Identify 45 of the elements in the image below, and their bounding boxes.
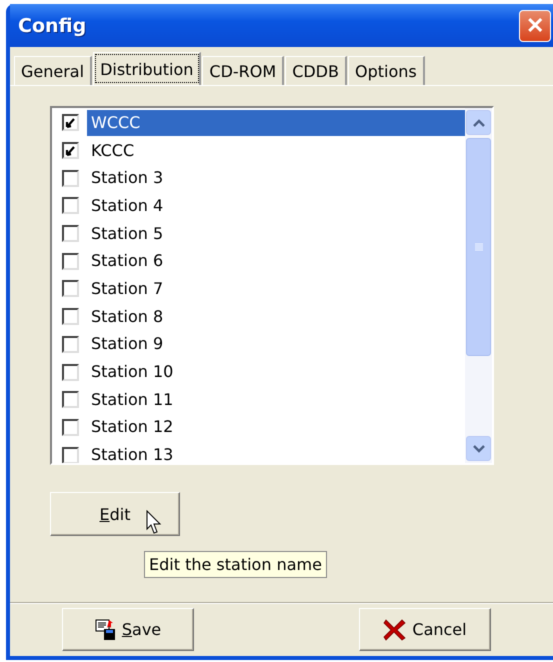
station-item[interactable]: Station 7	[87, 276, 465, 302]
checkbox[interactable]	[62, 142, 79, 160]
station-item[interactable]: Station 4	[87, 192, 465, 219]
window-title: Config	[18, 14, 86, 36]
scroll-up-icon[interactable]	[472, 118, 484, 126]
station-item[interactable]: Station 13	[87, 442, 465, 463]
checkbox[interactable]	[62, 336, 79, 353]
checkbox[interactable]	[62, 364, 79, 381]
checkbox[interactable]	[62, 308, 79, 326]
tab[interactable]: Distribution	[93, 52, 202, 85]
tab[interactable]: Options	[348, 56, 425, 85]
checkbox[interactable]	[62, 446, 79, 463]
station-item[interactable]: Station 10	[87, 359, 465, 386]
checkbox[interactable]	[62, 114, 79, 132]
cross-icon	[383, 618, 406, 642]
station-item[interactable]: Station 3	[87, 165, 465, 192]
station-item[interactable]: WCCC	[87, 110, 465, 136]
checkbox[interactable]	[62, 170, 79, 187]
save-icon	[94, 618, 116, 640]
scroll-down-icon[interactable]	[472, 444, 484, 452]
grip-icon[interactable]	[474, 242, 484, 252]
cancel-button[interactable]: Cancel	[359, 608, 491, 651]
scrollbar[interactable]	[465, 108, 492, 463]
checkmark-icon	[65, 145, 76, 156]
station-item[interactable]: Station 8	[87, 304, 465, 330]
checkbox[interactable]	[62, 391, 79, 408]
checkbox[interactable]	[62, 225, 79, 242]
checkbox[interactable]	[62, 418, 79, 436]
cursor-icon	[146, 510, 162, 535]
checkmark-icon	[65, 117, 76, 128]
tooltip: Edit the station name	[144, 551, 327, 578]
station-item[interactable]: KCCC	[87, 138, 465, 164]
tab[interactable]: CD-ROM	[202, 56, 284, 85]
checkbox[interactable]	[62, 280, 79, 298]
station-item[interactable]: Station 11	[87, 386, 465, 413]
edit-button[interactable]: Edit	[50, 492, 180, 536]
save-button[interactable]: Save	[62, 608, 194, 651]
station-item[interactable]: Station 9	[87, 331, 465, 358]
tab[interactable]: CDDB	[285, 56, 347, 85]
station-item[interactable]: Station 5	[87, 220, 465, 247]
tab[interactable]: General	[14, 56, 92, 85]
checkbox[interactable]	[62, 197, 79, 214]
station-item[interactable]: Station 12	[87, 414, 465, 440]
station-item[interactable]: Station 6	[87, 248, 465, 274]
checkbox[interactable]	[62, 252, 79, 270]
